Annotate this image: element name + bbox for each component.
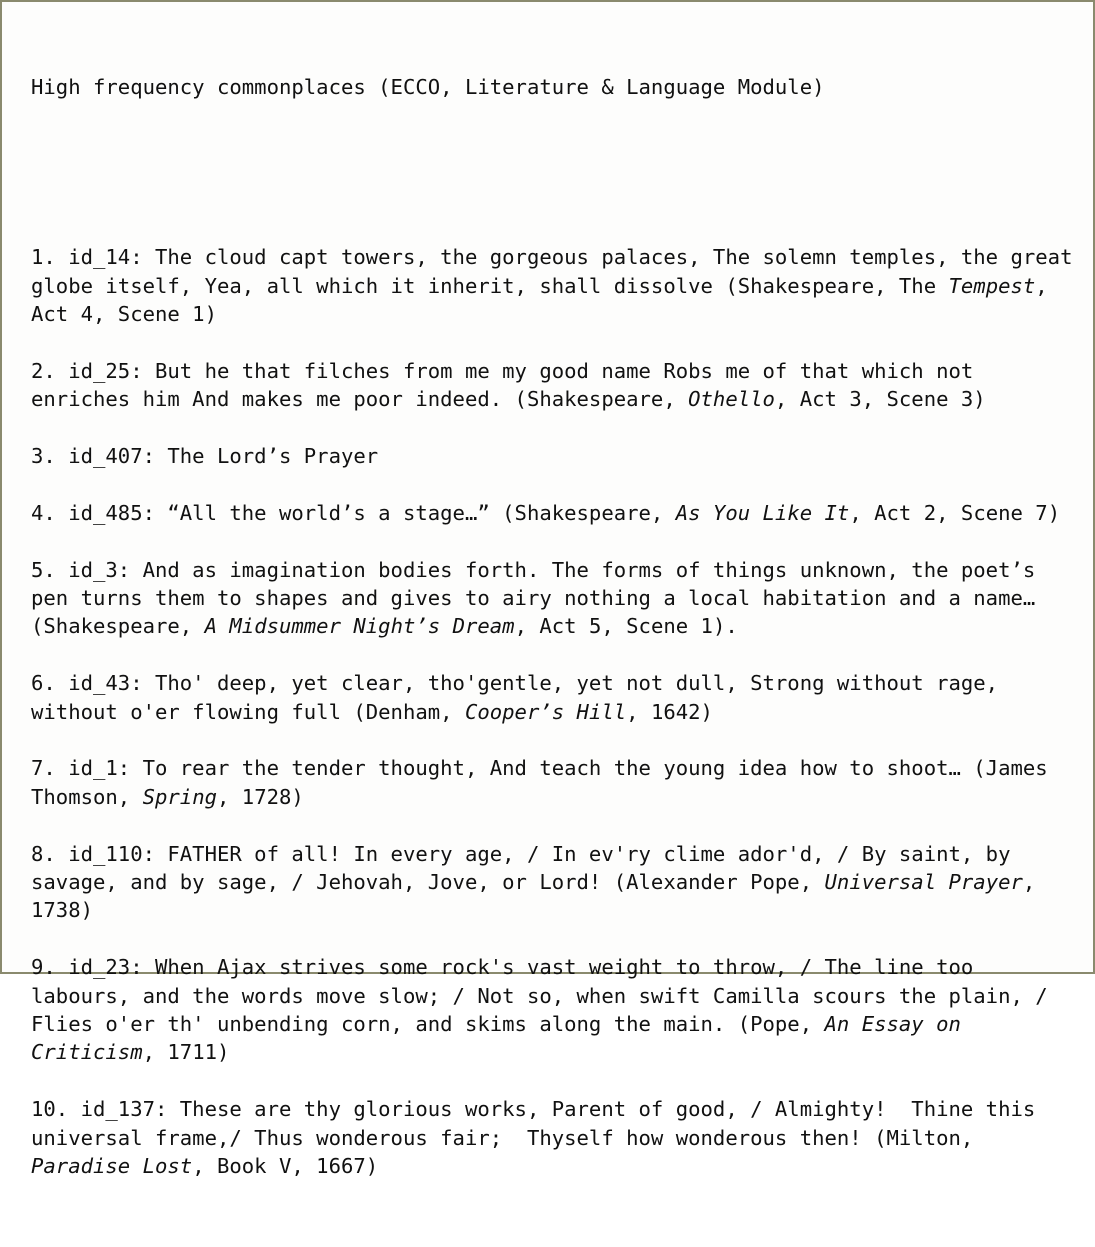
work-title-italic: Universal Prayer — [824, 870, 1023, 895]
commonplace-entry: 3. id_407: The Lord’s Prayer — [31, 442, 1077, 470]
document-page-frame: High frequency commonplaces (ECCO, Liter… — [0, 0, 1095, 1178]
document-text-body: High frequency commonplaces (ECCO, Liter… — [2, 2, 1093, 1247]
entry-text: , Act 5, Scene 1). — [514, 614, 738, 639]
entry-text: 4. id_485: “All the world’s a stage…” (S… — [31, 500, 676, 525]
commonplace-entry: 5. id_3: And as imagination bodies forth… — [31, 556, 1077, 641]
entry-text: , Book V, 1667) — [192, 1154, 379, 1179]
commonplace-entry: 2. id_25: But he that filches from me my… — [31, 357, 1077, 414]
work-title-italic: Paradise Lost — [31, 1154, 193, 1179]
entry-text: , Act 2, Scene 7) — [849, 500, 1061, 525]
commonplace-entry: 6. id_43: Tho' deep, yet clear, tho'gent… — [31, 669, 1077, 726]
work-title-italic: Spring — [142, 784, 217, 809]
work-title-italic: A Midsummer Night’s Dream — [204, 614, 515, 639]
commonplace-entry: 1. id_14: The cloud capt towers, the gor… — [31, 243, 1077, 328]
commonplace-entry: 9. id_23: When Ajax strives some rock's … — [31, 953, 1077, 1067]
commonplace-entry: 8. id_110: FATHER of all! In every age, … — [31, 840, 1077, 925]
commonplace-entry: 10. id_137: These are thy glorious works… — [31, 1095, 1077, 1180]
work-title-italic: Othello — [688, 387, 775, 412]
document-title: High frequency commonplaces (ECCO, Liter… — [31, 74, 825, 99]
work-title-italic: Cooper’s Hill — [464, 699, 627, 724]
entry-text: , Act 3, Scene 3) — [774, 387, 986, 412]
entry-text: , 1642) — [626, 699, 713, 724]
entry-text: , 1728) — [217, 784, 304, 809]
commonplace-entry-list: 1. id_14: The cloud capt towers, the gor… — [31, 243, 1077, 1180]
entry-text: , 1711) — [142, 1040, 230, 1065]
commonplace-entry: 4. id_485: “All the world’s a stage…” (S… — [31, 499, 1077, 527]
entry-text: 1. id_14: The cloud capt towers, the gor… — [31, 245, 1085, 298]
entry-text: 3. id_407: The Lord’s Prayer — [31, 444, 379, 469]
work-title-italic: As You Like It — [675, 500, 850, 525]
commonplace-entry: 7. id_1: To rear the tender thought, And… — [31, 754, 1077, 811]
work-title-italic: Tempest — [948, 273, 1036, 298]
entry-text: 10. id_137: These are thy glorious works… — [31, 1097, 1048, 1150]
